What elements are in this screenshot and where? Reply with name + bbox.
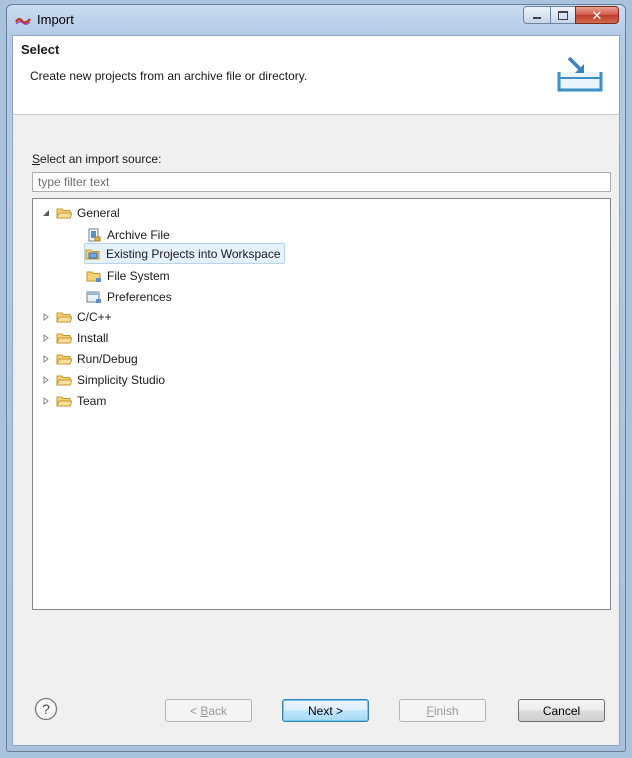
page-description: Create new projects from an archive file… bbox=[30, 69, 308, 83]
tree-node-label: Team bbox=[77, 393, 107, 408]
import-source-tree[interactable]: General Archive File Existing Projects i… bbox=[32, 198, 611, 610]
cancel-button[interactable]: Cancel bbox=[518, 699, 605, 722]
window-title: Import bbox=[37, 12, 74, 27]
tree-node-label: General bbox=[77, 205, 120, 220]
import-source-label: Select an import source: bbox=[32, 152, 162, 166]
tree-node-install[interactable]: Install bbox=[41, 328, 108, 347]
dialog-client-area: Select Create new projects from an archi… bbox=[12, 35, 620, 746]
tree-node-simplicity-studio[interactable]: Simplicity Studio bbox=[41, 370, 165, 389]
title-bar[interactable]: Import ✕ bbox=[7, 5, 625, 35]
import-wizard-icon bbox=[557, 56, 603, 92]
tree-node-label: Run/Debug bbox=[77, 351, 138, 366]
folder-open-icon bbox=[56, 208, 72, 218]
svg-text:?: ? bbox=[42, 701, 50, 717]
projects-icon bbox=[85, 249, 100, 259]
tree-node-label: Preferences bbox=[107, 289, 172, 304]
archive-file-icon bbox=[88, 228, 101, 241]
folder-open-icon bbox=[56, 375, 72, 385]
minimize-icon bbox=[533, 17, 541, 19]
collapsed-arrow-icon[interactable] bbox=[41, 333, 51, 343]
maximize-icon bbox=[558, 10, 568, 20]
finish-button[interactable]: Finish bbox=[399, 699, 486, 722]
collapsed-arrow-icon[interactable] bbox=[41, 375, 51, 385]
collapsed-arrow-icon[interactable] bbox=[41, 354, 51, 364]
close-icon: ✕ bbox=[591, 7, 603, 23]
wizard-header: Select Create new projects from an archi… bbox=[13, 36, 619, 115]
tree-node-label: Install bbox=[77, 330, 109, 345]
next-button[interactable]: Next > bbox=[282, 699, 369, 722]
tree-node-label: Existing Projects into Workspace bbox=[106, 246, 281, 261]
caption-buttons: ✕ bbox=[523, 6, 619, 24]
eclipse-app-icon bbox=[15, 18, 31, 25]
tree-node-general[interactable]: General bbox=[41, 203, 120, 222]
maximize-button[interactable] bbox=[550, 6, 576, 24]
help-icon[interactable]: ? bbox=[34, 697, 58, 721]
folder-open-icon bbox=[56, 354, 72, 364]
collapsed-arrow-icon[interactable] bbox=[41, 312, 51, 322]
expanded-arrow-icon[interactable] bbox=[41, 208, 51, 218]
filter-input[interactable] bbox=[32, 172, 611, 192]
folder-open-icon bbox=[56, 333, 72, 343]
button-bar: ? < Back Next > Finish Cancel bbox=[13, 677, 619, 745]
tree-node-file-system[interactable]: File System bbox=[86, 266, 170, 285]
tree-node-cpp[interactable]: C/C++ bbox=[41, 307, 112, 326]
close-button[interactable]: ✕ bbox=[575, 6, 619, 24]
back-button[interactable]: < Back bbox=[165, 699, 252, 722]
tree-node-label: Simplicity Studio bbox=[77, 372, 166, 387]
tree-node-label: Archive File bbox=[107, 227, 170, 242]
tree-node-preferences[interactable]: Preferences bbox=[86, 287, 172, 306]
page-title: Select bbox=[21, 42, 60, 57]
tree-node-run-debug[interactable]: Run/Debug bbox=[41, 349, 138, 368]
import-dialog: Import ✕ Select Create new projects from… bbox=[6, 4, 626, 752]
folder-open-icon bbox=[56, 396, 72, 406]
tree-node-archive-file[interactable]: Archive File bbox=[86, 225, 170, 244]
folder-open-icon bbox=[56, 312, 72, 322]
tree-node-existing-projects[interactable]: Existing Projects into Workspace bbox=[84, 243, 285, 264]
tree-node-label: File System bbox=[107, 268, 170, 283]
tree-node-label: C/C++ bbox=[77, 309, 112, 324]
tree-node-team[interactable]: Team bbox=[41, 391, 106, 410]
folder-icon bbox=[86, 271, 101, 282]
collapsed-arrow-icon[interactable] bbox=[41, 396, 51, 406]
minimize-button[interactable] bbox=[523, 6, 551, 24]
preferences-icon bbox=[86, 291, 101, 303]
